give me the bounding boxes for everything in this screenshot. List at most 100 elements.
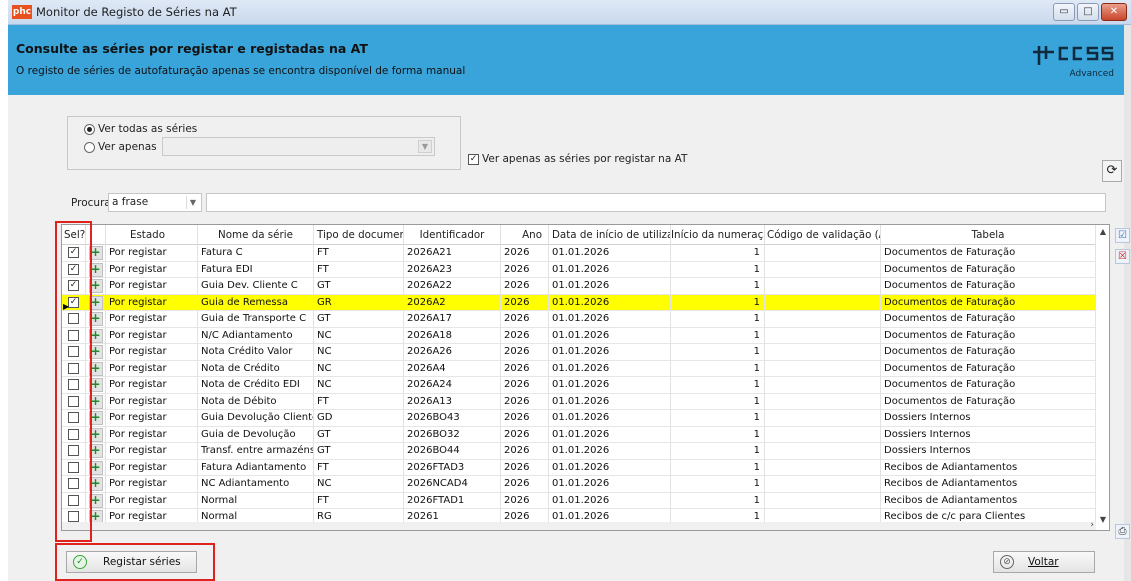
checkbox-unchecked-icon[interactable]	[68, 494, 79, 506]
row-add-cell[interactable]: +	[86, 261, 106, 278]
window-scrollbar[interactable]	[1124, 25, 1131, 581]
grid-vertical-scrollbar[interactable]: ▲ ▼	[1095, 225, 1109, 530]
col-nome[interactable]: Nome da série	[198, 225, 314, 245]
checkbox-unchecked-icon[interactable]	[68, 412, 79, 424]
checkbox-unchecked-icon[interactable]	[68, 511, 79, 523]
col-inicio-numeracao[interactable]: Início da numeração	[671, 225, 765, 245]
close-button[interactable]: ✕	[1101, 3, 1127, 21]
add-icon[interactable]: +	[88, 460, 103, 475]
col-ano[interactable]: Ano	[501, 225, 549, 245]
row-add-cell[interactable]: +	[86, 476, 106, 493]
checkbox-checked-icon[interactable]: ✓	[468, 153, 479, 165]
scroll-up-icon[interactable]: ▲	[1096, 227, 1109, 236]
row-add-cell[interactable]: +	[86, 492, 106, 509]
table-row[interactable]: ✓ + Por registar Fatura C FT 2026A21 2026 01.01…	[62, 245, 1096, 262]
col-data-inicio[interactable]: Data de início de utilização	[549, 225, 671, 245]
add-icon[interactable]: +	[88, 328, 103, 343]
row-select-cell[interactable]	[62, 443, 86, 460]
row-select-cell[interactable]	[62, 377, 86, 394]
row-select-cell[interactable]	[62, 476, 86, 493]
search-mode-select[interactable]: a frase ▼	[108, 193, 202, 212]
search-input[interactable]	[206, 193, 1106, 212]
table-row[interactable]: + Por registar Guia Devolução Cliente GD 202…	[62, 410, 1096, 427]
row-add-cell[interactable]: +	[86, 410, 106, 427]
row-add-cell[interactable]: +	[86, 377, 106, 394]
checkbox-checked-icon[interactable]: ✓	[68, 247, 79, 259]
row-add-cell[interactable]: +	[86, 278, 106, 295]
table-row[interactable]: + Por registar Nota de Crédito NC 2026A4 2026…	[62, 360, 1096, 377]
add-icon[interactable]: +	[88, 444, 103, 458]
col-tipo[interactable]: Tipo de documento	[314, 225, 404, 245]
row-add-cell[interactable]: +	[86, 360, 106, 377]
row-add-cell[interactable]: +	[86, 344, 106, 361]
row-add-cell[interactable]: +	[86, 245, 106, 262]
add-icon[interactable]: +	[88, 279, 103, 293]
row-add-cell[interactable]: +	[86, 393, 106, 410]
row-add-cell[interactable]: +	[86, 294, 106, 311]
table-row[interactable]: + Por registar Guia de Transporte C GT 2026A…	[62, 311, 1096, 328]
refresh-button[interactable]: ⟳	[1102, 160, 1122, 182]
radio-on-icon[interactable]	[84, 123, 95, 135]
row-select-cell[interactable]: ✓	[62, 261, 86, 278]
radio-only-series[interactable]: Ver apenas	[84, 141, 157, 153]
row-select-cell[interactable]	[62, 492, 86, 509]
row-select-cell[interactable]	[62, 344, 86, 361]
row-add-cell[interactable]: +	[86, 426, 106, 443]
checkbox-unchecked-icon[interactable]	[68, 362, 79, 374]
row-select-cell[interactable]: ✓	[62, 278, 86, 295]
checkbox-unchecked-icon[interactable]	[68, 478, 79, 490]
table-row[interactable]: ✓ + Por registar Fatura EDI FT 2026A23 2026 01.…	[62, 261, 1096, 278]
checkbox-unchecked-icon[interactable]	[68, 461, 79, 473]
row-select-cell[interactable]	[62, 426, 86, 443]
row-select-cell[interactable]	[62, 410, 86, 427]
row-select-cell[interactable]: ▶ ✓	[62, 294, 86, 311]
chevron-down-icon[interactable]: ▼	[186, 196, 199, 209]
scroll-right-icon[interactable]: ›	[1090, 520, 1094, 530]
maximize-button[interactable]: □	[1077, 3, 1099, 21]
add-icon[interactable]: +	[88, 295, 103, 310]
add-icon[interactable]: +	[88, 493, 103, 508]
minimize-button[interactable]: ▭	[1053, 3, 1075, 21]
radio-all-series[interactable]: Ver todas as séries	[84, 123, 197, 135]
grid-horizontal-scrollbar[interactable]: ›	[62, 520, 1096, 530]
add-icon[interactable]: +	[88, 427, 103, 442]
add-icon[interactable]: +	[88, 477, 103, 491]
back-button[interactable]: ⊘ Voltar	[993, 551, 1095, 573]
table-row[interactable]: + Por registar Nota de Crédito EDI NC 2026A2…	[62, 377, 1096, 394]
add-icon[interactable]: +	[88, 378, 103, 392]
checkbox-checked-icon[interactable]: ✓	[68, 296, 79, 308]
checkbox-unchecked-icon[interactable]	[68, 329, 79, 341]
add-icon[interactable]: +	[88, 262, 103, 277]
checkbox-unchecked-icon[interactable]	[68, 313, 79, 325]
checkbox-checked-icon[interactable]: ✓	[68, 263, 79, 275]
row-add-cell[interactable]: +	[86, 459, 106, 476]
table-row[interactable]: + Por registar N/C Adiantamento NC 2026A18 20…	[62, 327, 1096, 344]
checkbox-unchecked-icon[interactable]	[68, 379, 79, 391]
checkbox-unchecked-icon[interactable]	[68, 395, 79, 407]
deselect-all-icon[interactable]: ☒	[1115, 249, 1130, 264]
row-select-cell[interactable]	[62, 360, 86, 377]
table-row[interactable]: + Por registar Nota de Débito FT 2026A13 2026…	[62, 393, 1096, 410]
series-select[interactable]: ▼	[162, 137, 435, 156]
select-all-icon[interactable]: ☑	[1115, 228, 1130, 243]
col-codigo-validacao[interactable]: Código de validação (AT)	[765, 225, 881, 245]
row-add-cell[interactable]: +	[86, 443, 106, 460]
row-select-cell[interactable]	[62, 311, 86, 328]
row-add-cell[interactable]: +	[86, 311, 106, 328]
table-row[interactable]: + Por registar Transf. entre armazéns GT 202…	[62, 443, 1096, 460]
only-unregistered-checkbox[interactable]: ✓ Ver apenas as séries por registar na A…	[468, 153, 687, 165]
checkbox-unchecked-icon[interactable]	[68, 445, 79, 457]
add-icon[interactable]: +	[88, 312, 103, 326]
print-icon[interactable]: ⎙	[1115, 524, 1130, 539]
col-identificador[interactable]: Identificador	[404, 225, 501, 245]
col-sel[interactable]: Sel?	[62, 225, 86, 245]
col-estado[interactable]: Estado	[106, 225, 198, 245]
table-row[interactable]: + Por registar NC Adiantamento NC 2026NCAD4 2…	[62, 476, 1096, 493]
row-select-cell[interactable]: ✓	[62, 245, 86, 262]
row-select-cell[interactable]	[62, 327, 86, 344]
table-row[interactable]: + Por registar Fatura Adiantamento FT 2026FT…	[62, 459, 1096, 476]
checkbox-checked-icon[interactable]: ✓	[68, 280, 79, 292]
table-row[interactable]: ✓ + Por registar Guia Dev. Cliente C GT 2026A…	[62, 278, 1096, 295]
add-icon[interactable]: +	[88, 361, 103, 376]
table-row[interactable]: + Por registar Guia de Devolução GT 2026BO32…	[62, 426, 1096, 443]
